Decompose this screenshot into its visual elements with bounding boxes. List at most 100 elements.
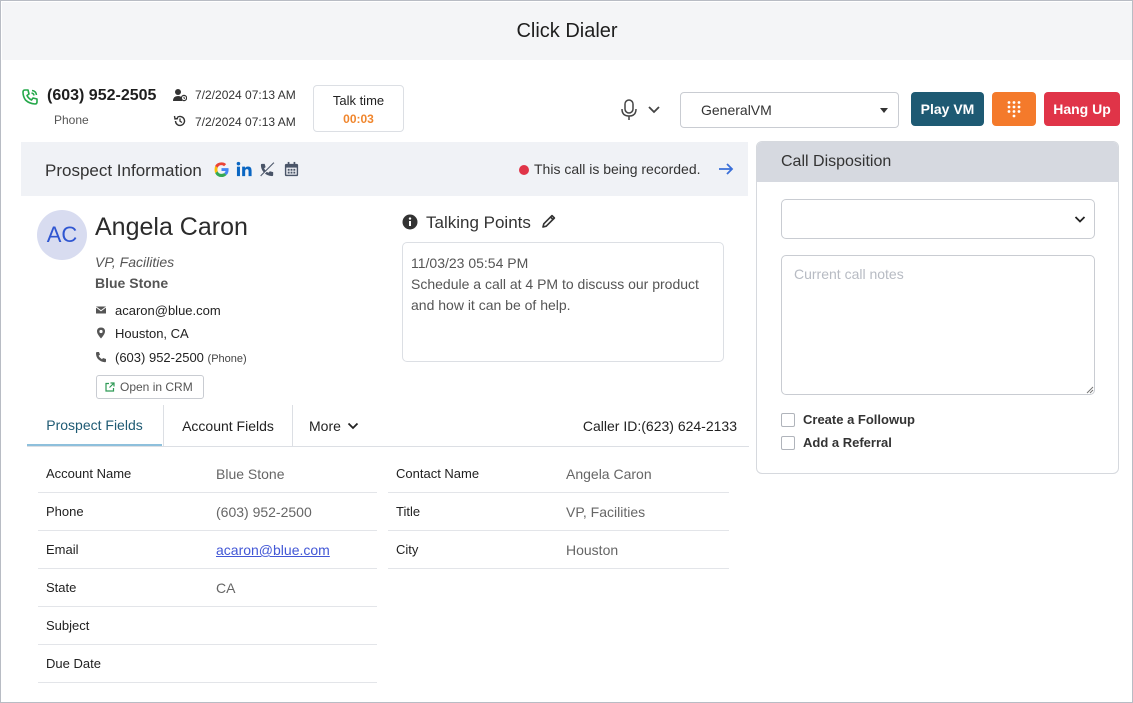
envelope-icon	[95, 306, 107, 314]
table-row: Subject	[38, 607, 377, 645]
table-row: Title VP, Facilities	[388, 493, 729, 531]
title-bar: Click Dialer	[2, 2, 1132, 60]
map-marker-icon	[97, 327, 105, 339]
table-row: Phone (603) 952-2500	[38, 493, 377, 531]
talk-time-box: Talk time 00:03	[313, 85, 404, 132]
add-referral-checkbox[interactable]	[781, 435, 795, 450]
open-in-crm-button[interactable]: Open in CRM	[96, 375, 204, 399]
open-in-crm-label: Open in CRM	[120, 380, 193, 394]
talk-time-value: 00:03	[343, 112, 374, 126]
talk-time-label: Talk time	[332, 93, 385, 108]
phone-slash-icon[interactable]	[259, 161, 276, 178]
linkedin-icon[interactable]	[236, 161, 253, 178]
resize-grip-icon[interactable]	[1085, 385, 1094, 394]
recording-notice: This call is being recorded.	[534, 161, 701, 177]
prospect-name: Angela Caron	[95, 213, 248, 241]
chevron-down-icon	[347, 422, 359, 429]
field-label: Contact Name	[396, 466, 480, 481]
call-disposition-header: Call Disposition	[757, 142, 1118, 182]
tab-prospect-fields-label: Prospect Fields	[46, 416, 143, 433]
phone-icon	[96, 352, 106, 363]
prospect-information-header: Prospect Information This call is being	[21, 142, 748, 196]
field-value: (603) 952-2500	[216, 504, 312, 520]
info-circle-icon	[402, 214, 418, 230]
history-timestamp: 7/2/2024 07:13 AM	[195, 115, 296, 129]
call-notes-textarea[interactable]	[781, 255, 1095, 395]
table-row: Due Date	[38, 645, 377, 683]
dialer-window: Click Dialer (603) 952-2505 Phone 7/2/20…	[0, 0, 1133, 703]
history-icon	[173, 115, 186, 127]
create-followup-checkbox[interactable]	[781, 412, 795, 427]
field-label: City	[396, 542, 419, 557]
assigned-timestamp: 7/2/2024 07:13 AM	[195, 88, 296, 102]
tab-account-fields[interactable]: Account Fields	[163, 405, 293, 446]
pencil-icon[interactable]	[541, 213, 557, 229]
call-disposition-panel: Call Disposition Create a Followup Add a…	[756, 141, 1119, 474]
talking-points-text: Schedule a call at 4 PM to discuss our p…	[411, 276, 699, 313]
add-referral-option[interactable]: Add a Referral	[781, 435, 892, 450]
disposition-select[interactable]	[781, 199, 1095, 239]
prospect-phone-line[interactable]: (603) 952-2500 (Phone)	[115, 350, 247, 365]
chevron-down-icon[interactable]	[647, 105, 661, 115]
field-value: Houston	[566, 542, 619, 558]
field-label: State	[46, 580, 77, 595]
window-title: Click Dialer	[516, 19, 618, 42]
external-link-icon	[105, 382, 115, 392]
field-value: Blue Stone	[216, 466, 285, 482]
talking-points-date: 11/03/23 05:54 PM	[411, 255, 529, 271]
voicemail-selected-value: GeneralVM	[701, 102, 772, 118]
prospect-information-title: Prospect Information	[45, 161, 202, 180]
prospect-phone-type: (Phone)	[207, 353, 247, 365]
tab-more[interactable]: More	[309, 405, 359, 446]
talking-points-box: 11/03/23 05:54 PM Schedule a call at 4 P…	[402, 242, 724, 362]
field-label: Title	[396, 504, 421, 519]
call-bar: (603) 952-2505 Phone 7/2/2024 07:13 AM 7…	[1, 61, 1132, 141]
voicemail-select[interactable]: GeneralVM	[680, 92, 899, 128]
play-vm-button[interactable]: Play VM	[911, 92, 984, 126]
call-number-type: Phone	[54, 113, 89, 127]
recording-indicator-dot	[519, 165, 529, 175]
table-row: Email acaron@blue.com	[38, 531, 377, 569]
tab-prospect-fields[interactable]: Prospect Fields	[27, 405, 162, 446]
microphone-icon[interactable]	[619, 99, 639, 121]
avatar-initials: AC	[46, 222, 78, 247]
prospect-email[interactable]: acaron@blue.com	[115, 303, 221, 318]
chevron-down-icon	[1074, 216, 1086, 223]
field-label: Subject	[46, 618, 90, 633]
dialpad-button[interactable]	[992, 92, 1036, 126]
user-clock-icon	[173, 89, 187, 102]
field-value-email-link[interactable]: acaron@blue.com	[216, 542, 330, 558]
field-label: Account Name	[46, 466, 132, 481]
field-value: VP, Facilities	[566, 504, 646, 520]
create-followup-option[interactable]: Create a Followup	[781, 412, 915, 427]
table-row: Contact Name Angela Caron	[388, 455, 729, 493]
table-row: State CA	[38, 569, 377, 607]
prospect-location: Houston, CA	[115, 326, 189, 341]
table-row: Account Name Blue Stone	[38, 455, 377, 493]
tab-account-fields-label: Account Fields	[182, 417, 274, 434]
dialpad-icon	[1007, 101, 1021, 118]
prospect-phone[interactable]: (603) 952-2500	[115, 350, 204, 365]
hang-up-button[interactable]: Hang Up	[1044, 92, 1120, 126]
table-row: City Houston	[388, 531, 729, 569]
caller-id: Caller ID:(623) 624-2133	[582, 418, 737, 434]
caret-down-icon	[880, 108, 888, 113]
prospect-title: VP, Facilities	[95, 254, 175, 270]
avatar: AC	[37, 210, 87, 260]
field-value: CA	[216, 580, 236, 596]
field-value: Angela Caron	[566, 466, 652, 482]
add-referral-label[interactable]: Add a Referral	[803, 435, 892, 450]
google-icon[interactable]	[213, 161, 230, 178]
field-label: Due Date	[46, 656, 101, 671]
create-followup-label[interactable]: Create a Followup	[803, 412, 915, 427]
field-tabs: Prospect Fields Account Fields More Call…	[27, 405, 749, 447]
call-disposition-title: Call Disposition	[781, 153, 892, 170]
calendar-icon[interactable]	[283, 161, 300, 178]
talking-points-title: Talking Points	[426, 213, 531, 232]
tab-more-label: More	[309, 417, 341, 434]
phone-call-icon	[22, 89, 38, 105]
prospect-company: Blue Stone	[95, 275, 169, 291]
field-label: Email	[46, 542, 79, 557]
field-label: Phone	[46, 504, 84, 519]
arrow-right-icon[interactable]	[718, 162, 734, 176]
